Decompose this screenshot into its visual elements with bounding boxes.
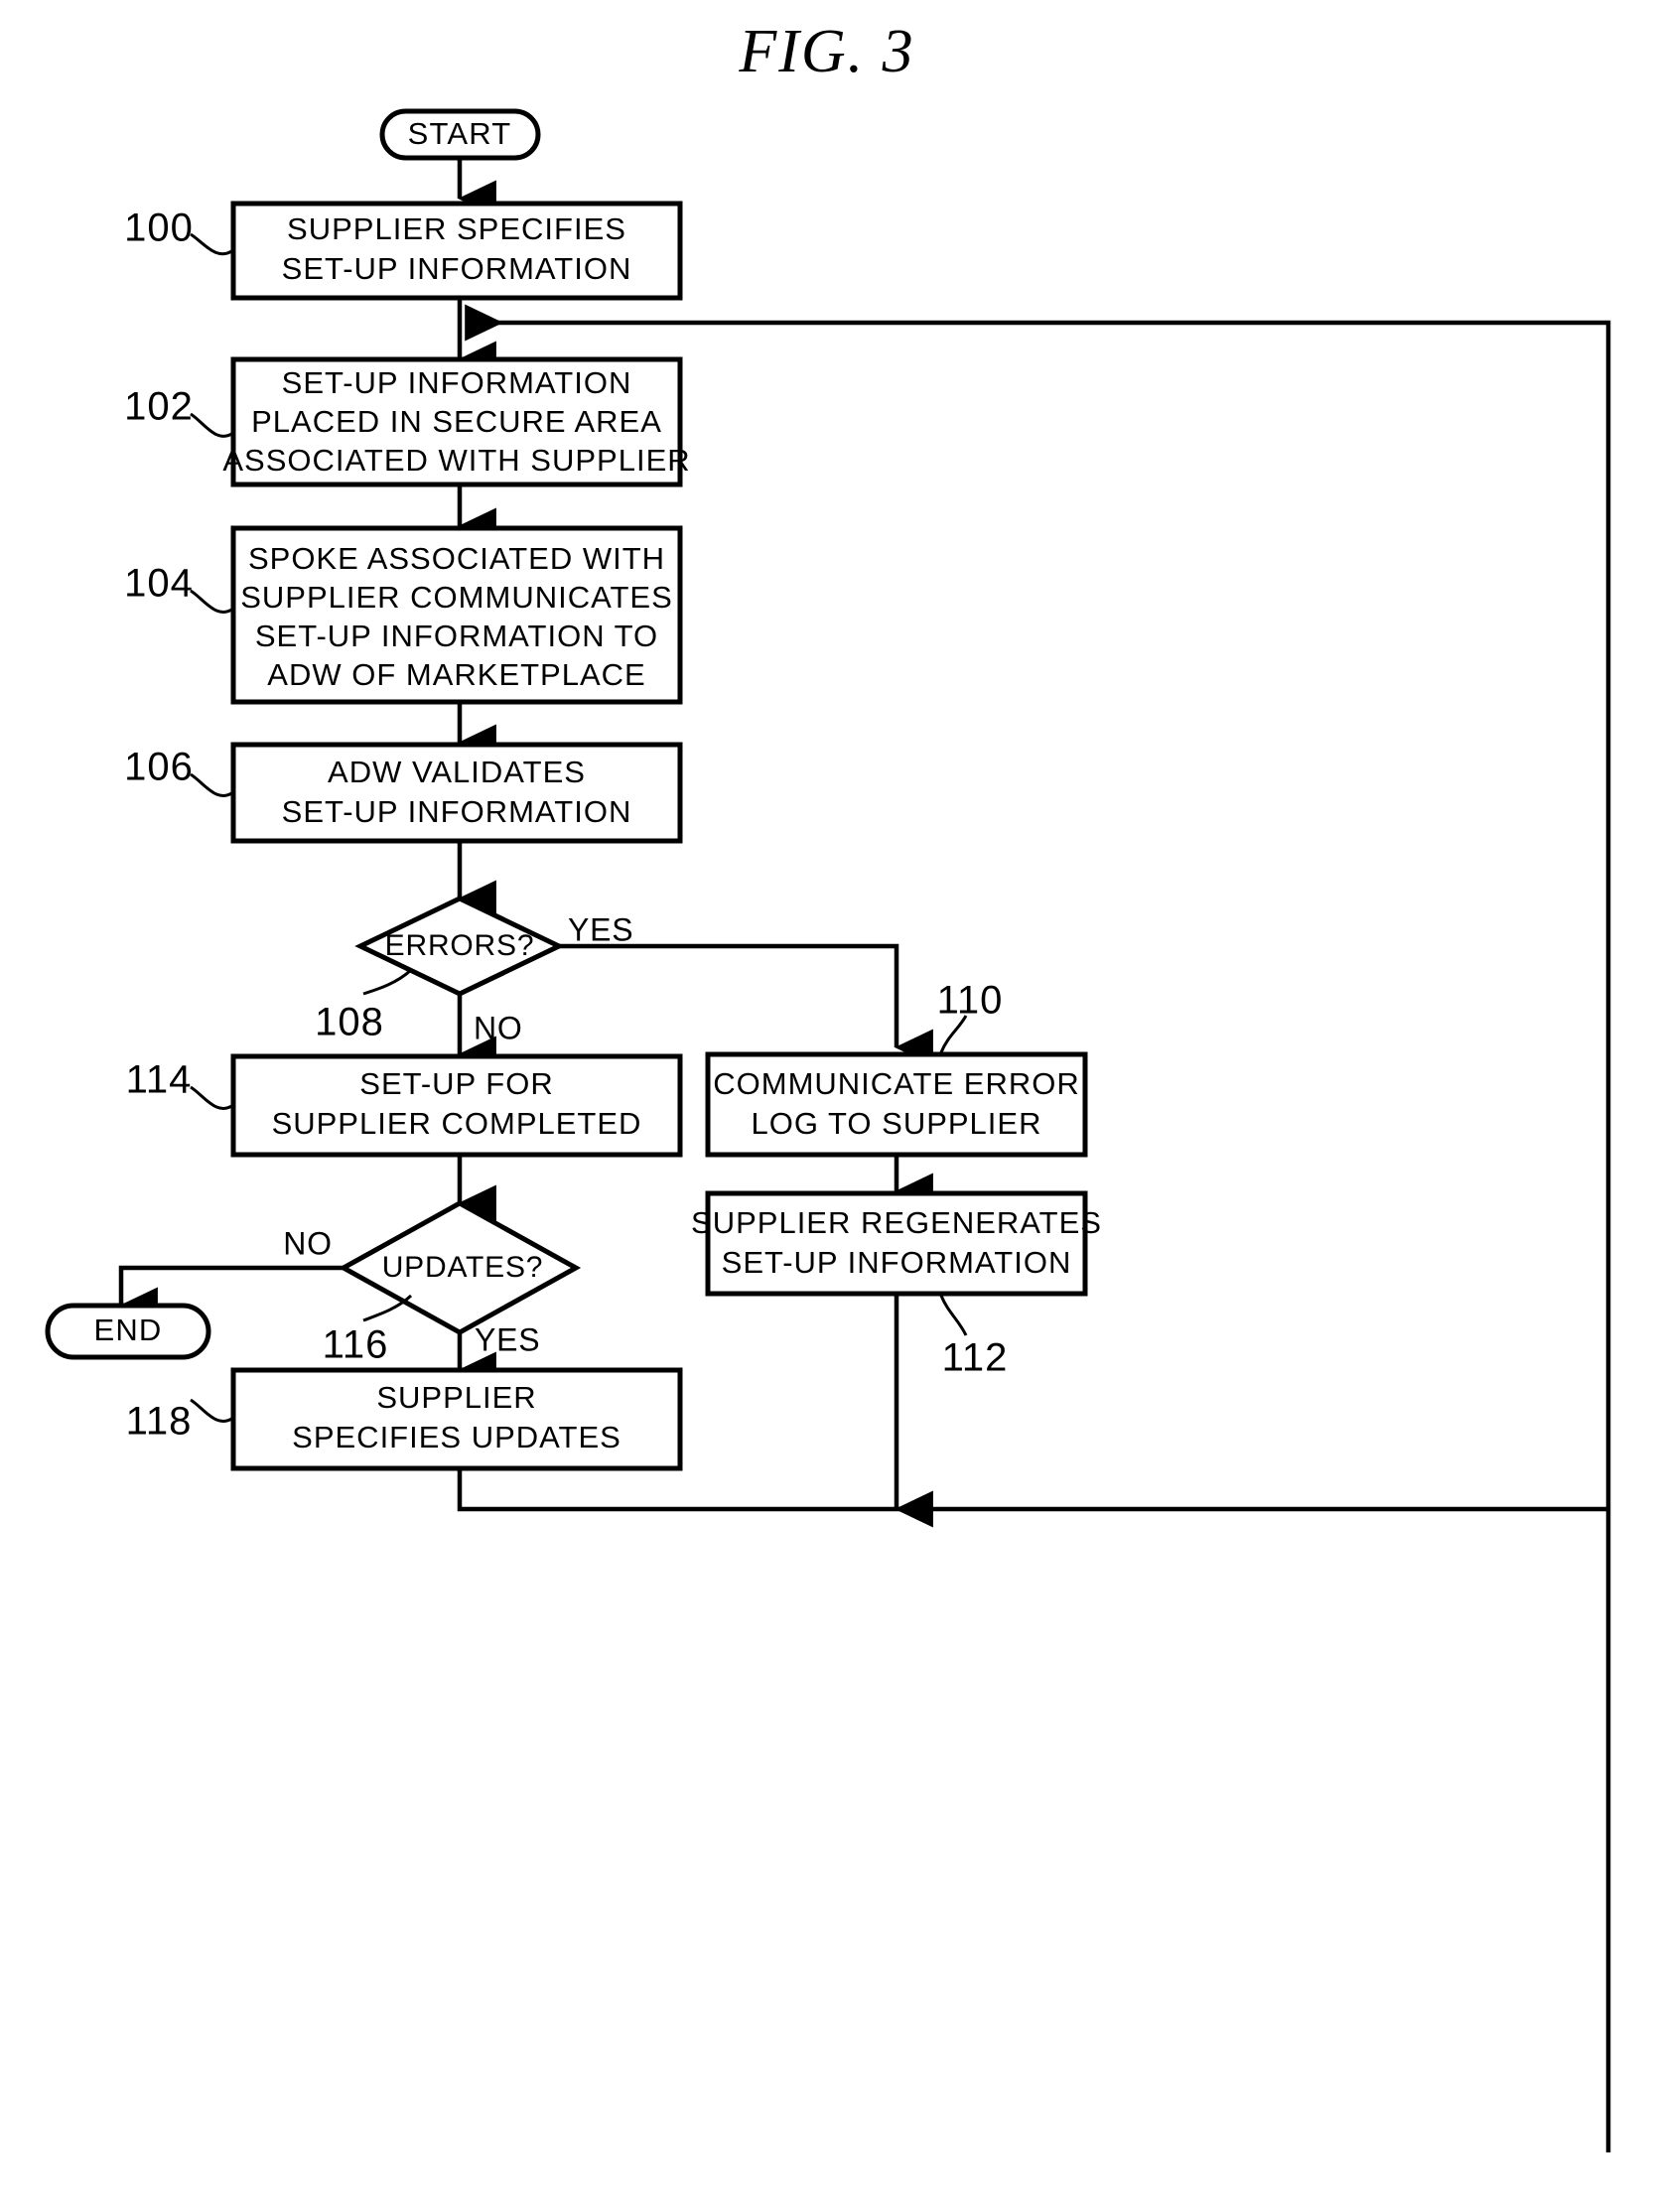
edge-label-updates-yes: YES xyxy=(475,1321,540,1357)
leader-106 xyxy=(190,772,234,797)
process-box-118: SUPPLIER SPECIFIES UPDATES xyxy=(230,1367,683,1471)
leader-114 xyxy=(190,1085,234,1110)
box-104-line-1: SPOKE ASSOCIATED WITH xyxy=(248,541,665,576)
box-100-line-1: SUPPLIER SPECIFIES xyxy=(287,211,626,246)
edge-label-updates-no: NO xyxy=(283,1225,333,1261)
diamond-116-label: UPDATES? xyxy=(382,1251,544,1284)
box-118-line-1: SUPPLIER xyxy=(376,1380,536,1415)
edge-label-errors-yes: YES xyxy=(568,911,633,947)
leader-104 xyxy=(190,589,234,614)
leader-102 xyxy=(190,412,234,438)
box-100-line-2: SET-UP INFORMATION xyxy=(282,251,632,286)
box-110-line-1: COMMUNICATE ERROR xyxy=(713,1066,1079,1101)
box-112-line-2: SET-UP INFORMATION xyxy=(722,1245,1072,1280)
decision-diamond-116: UPDATES? xyxy=(338,1200,582,1335)
flowchart-canvas: FIG. 3 START SUPPLIER SPECIFIES SET-UP I… xyxy=(45,18,1611,2152)
ref-number-110: 110 xyxy=(937,979,1004,1023)
box-102-line-3: ASSOCIATED WITH SUPPLIER xyxy=(222,443,690,478)
patent-figure: FIG. 3 START SUPPLIER SPECIFIES SET-UP I… xyxy=(0,0,1655,2212)
end-label: END xyxy=(93,1313,162,1347)
edge-108-yes-to-110 xyxy=(559,943,933,1066)
box-104-line-2: SUPPLIER COMMUNICATES xyxy=(240,580,673,615)
edge-116-no-to-end xyxy=(118,1265,360,1324)
box-106-line-2: SET-UP INFORMATION xyxy=(282,794,632,829)
ref-number-114: 114 xyxy=(126,1058,193,1102)
ref-number-102: 102 xyxy=(124,385,194,429)
terminator-start: START xyxy=(379,108,541,161)
box-114-line-2: SUPPLIER COMPLETED xyxy=(272,1106,642,1141)
box-110-line-2: LOG TO SUPPLIER xyxy=(752,1106,1042,1141)
leader-112 xyxy=(939,1295,968,1336)
edge-label-errors-no: NO xyxy=(474,1010,523,1045)
ref-number-100: 100 xyxy=(124,207,194,250)
ref-number-112: 112 xyxy=(942,1336,1009,1380)
process-box-110: COMMUNICATE ERROR LOG TO SUPPLIER xyxy=(705,1051,1088,1158)
ref-number-108: 108 xyxy=(315,1001,384,1044)
box-102-line-1: SET-UP INFORMATION xyxy=(282,365,632,400)
leader-118 xyxy=(190,1398,234,1423)
ref-number-106: 106 xyxy=(124,746,194,789)
box-104-line-4: ADW OF MARKETPLACE xyxy=(267,657,645,692)
leader-108 xyxy=(362,968,413,996)
terminator-end: END xyxy=(45,1303,211,1360)
box-104-line-3: SET-UP INFORMATION TO xyxy=(255,619,658,653)
ref-number-104: 104 xyxy=(124,562,194,606)
process-box-112: SUPPLIER REGENERATES SET-UP INFORMATION xyxy=(691,1190,1102,1297)
process-box-104: SPOKE ASSOCIATED WITH SUPPLIER COMMUNICA… xyxy=(230,525,683,705)
ref-number-118: 118 xyxy=(126,1400,193,1444)
process-box-102: SET-UP INFORMATION PLACED IN SECURE AREA… xyxy=(222,356,690,487)
box-114-line-1: SET-UP FOR xyxy=(359,1066,553,1101)
box-102-line-2: PLACED IN SECURE AREA xyxy=(251,404,662,439)
ref-number-116: 116 xyxy=(323,1323,389,1367)
box-106-line-1: ADW VALIDATES xyxy=(328,755,586,789)
diamond-108-label: ERRORS? xyxy=(385,929,535,962)
process-box-100: SUPPLIER SPECIFIES SET-UP INFORMATION xyxy=(230,201,683,301)
box-118-line-2: SPECIFIES UPDATES xyxy=(292,1420,621,1454)
box-112-line-1: SUPPLIER REGENERATES xyxy=(691,1205,1102,1240)
decision-diamond-108: ERRORS? xyxy=(354,896,565,997)
process-box-114: SET-UP FOR SUPPLIER COMPLETED xyxy=(230,1053,683,1158)
figure-title: FIG. 3 xyxy=(738,18,914,85)
start-label: START xyxy=(408,116,512,151)
leader-100 xyxy=(190,232,234,256)
edge-118-to-return-rail xyxy=(457,1467,1608,1512)
process-box-106: ADW VALIDATES SET-UP INFORMATION xyxy=(230,742,683,844)
